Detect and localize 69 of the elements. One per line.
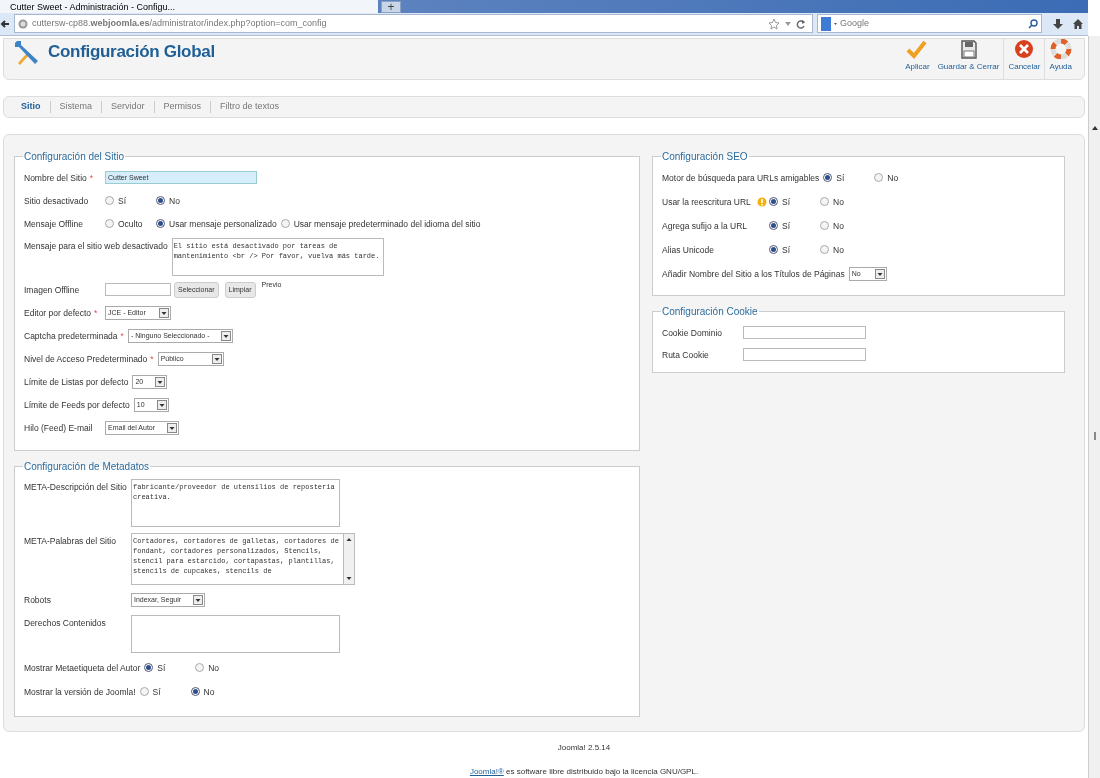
field-label: Mensaje Offline <box>24 217 83 231</box>
radio-label: No <box>203 685 215 699</box>
field-label: Hilo (Feed) E-mail <box>24 421 93 435</box>
section-legend: Configuración Cookie <box>661 303 759 319</box>
radio-label: No <box>208 661 220 675</box>
radio-label: No <box>833 195 844 209</box>
required-mark: * <box>89 171 94 185</box>
toolbar-button[interactable]: Aplicar <box>901 38 934 79</box>
radio-label: Usar mensaje predeterminado del idioma del sitio <box>293 217 481 231</box>
tab[interactable]: Permisos <box>154 100 211 114</box>
field-label: Robots <box>24 593 51 607</box>
field-label: Mensaje para el sitio web desactivado <box>24 239 168 253</box>
radio-label: No <box>887 171 899 185</box>
section-legend: Configuración SEO <box>661 148 749 164</box>
required-mark: * <box>94 306 98 320</box>
radio-label: Usar mensaje personalizado <box>169 217 277 231</box>
field-label: Límite de Listas por defecto <box>24 375 129 389</box>
field-label: Alias Unicode <box>662 243 714 257</box>
tab[interactable]: Filtro de textos <box>211 100 289 114</box>
field-label: META-Palabras del Sitio <box>24 534 116 548</box>
tab[interactable]: Servidor <box>102 100 154 114</box>
section-legend: Configuración del Sitio <box>23 148 126 164</box>
version-text: Joomla! 2.5.14 <box>557 742 611 754</box>
browser-tab[interactable]: Cutter Sweet - Administración - Configu... <box>0 0 378 13</box>
field-label: Captcha predeterminada <box>24 329 118 343</box>
field-label: Nombre del Sitio <box>24 171 87 185</box>
license-text: Joomla!® es software libre distribuido bajo la licencia GNU/GPL. <box>469 766 699 778</box>
license-link[interactable]: Joomla!® <box>469 767 504 776</box>
field-label: Ruta Cookie <box>662 348 709 362</box>
tab[interactable]: Sistema <box>50 100 101 114</box>
field-label: Mostrar Metaetiqueta del Autor <box>24 661 141 675</box>
url-text: cuttersw-cp88.webjoomla.es/administrator/index.php?option=com_config <box>32 17 327 31</box>
field-label: META-Descripción del Sitio <box>24 480 127 494</box>
radio-label: Sí <box>782 243 791 257</box>
radio-label: Sí <box>157 661 166 675</box>
radio-label: Sí <box>836 171 845 185</box>
field-label: Nivel de Acceso Predeterminado <box>24 352 148 366</box>
field-label: Sitio desactivado <box>24 194 89 208</box>
radio-label: Sí <box>118 194 127 208</box>
radio-label: No <box>169 194 180 208</box>
required-mark: * <box>150 352 154 366</box>
radio-label: No <box>833 219 844 233</box>
radio-label: No <box>833 243 844 257</box>
field-label: Mostrar la versión de Joomla! <box>24 685 136 699</box>
radio-label: Oculto <box>118 217 143 231</box>
new-tab-button[interactable]: + <box>381 1 401 13</box>
toolbar-button[interactable]: Cancelar <box>1004 38 1045 79</box>
toolbar-button[interactable]: Ayuda <box>1045 38 1076 79</box>
toolbar-button[interactable]: Guardar & Cerrar <box>933 38 1004 79</box>
field-label: Motor de búsqueda para URLs amigables <box>662 171 820 185</box>
field-label: Usar la reescritura URL <box>662 195 751 209</box>
radio-label: Sí <box>782 219 791 233</box>
address-bar[interactable]: cuttersw-cp88.webjoomla.es/administrator/index.php?option=com_config <box>14 14 813 34</box>
search-bar[interactable]: Google <box>817 14 1042 34</box>
radio-label: Sí <box>152 685 161 699</box>
field-label: Derechos Contenidos <box>24 616 106 630</box>
field-label: Límite de Feeds por defecto <box>24 398 130 412</box>
field-label: Cookie Dominio <box>662 326 722 340</box>
field-label: Imagen Offline <box>24 283 80 297</box>
tab-title: Cutter Sweet - Administración - Configu... <box>10 1 176 12</box>
search-field[interactable]: Google <box>840 17 1025 31</box>
field-label: Agrega sufijo a la URL <box>662 219 748 233</box>
section-legend: Configuración de Metadatos <box>23 458 151 474</box>
tab[interactable]: Sitio <box>12 100 50 114</box>
field-label: Editor por defecto <box>24 306 92 320</box>
radio-label: Sí <box>782 195 791 209</box>
required-mark: * <box>120 329 124 343</box>
page-title: Configuración Global <box>48 41 215 64</box>
field-label: Añadir Nombre del Sitio a los Títulos de Páginas <box>662 267 845 281</box>
